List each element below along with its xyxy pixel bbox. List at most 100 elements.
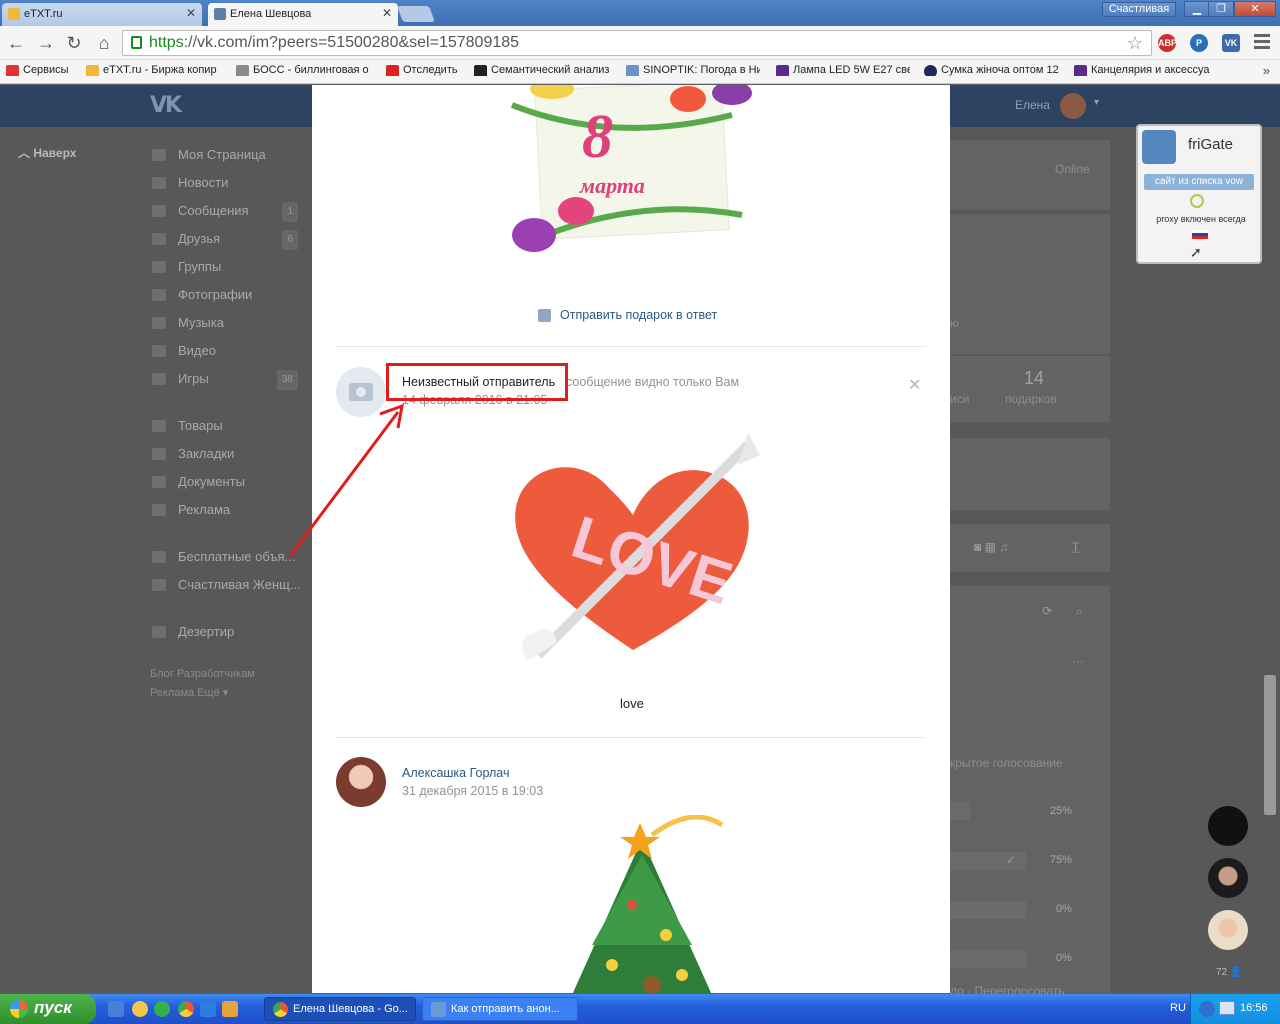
minimize-button[interactable]: ▁ [1184, 1, 1210, 17]
close-icon[interactable]: ✕ [186, 6, 196, 20]
sidebar-item-bookmarks[interactable]: Закладки [150, 445, 310, 473]
sidebar-item-group-free-ads[interactable]: Бесплатные объя... [150, 548, 310, 576]
scrollbar[interactable] [1264, 675, 1276, 815]
poll-bar[interactable] [950, 950, 1026, 968]
extension-p-icon[interactable]: P [1190, 34, 1208, 52]
whatsapp-icon[interactable] [154, 1001, 170, 1017]
bookmarks-overflow[interactable]: » [1263, 63, 1270, 78]
sidebar-item-app-dezertir[interactable]: Дезертир [150, 623, 310, 651]
poll-bar[interactable] [950, 901, 1026, 919]
arrow-icon[interactable]: ➚ [1190, 244, 1202, 261]
home-icon[interactable]: ⌂ [94, 33, 114, 53]
sidebar-item-goods[interactable]: Товары [150, 417, 310, 445]
menu-icon[interactable] [1254, 34, 1270, 50]
sidebar-item-my-page[interactable]: Моя Страница [150, 146, 310, 174]
bookmark-bag[interactable]: Сумка жіноча оптом 12 [924, 64, 1060, 76]
bookmark-track[interactable]: Отследить [386, 64, 462, 76]
taskbar-item-chrome[interactable]: Елена Шевцова - Go... [264, 997, 416, 1021]
text-format-icon[interactable]: T̲ [1072, 540, 1079, 554]
sidebar-item-friends[interactable]: Друзья 6 [150, 230, 310, 258]
profile-badge[interactable]: Счастливая [1102, 2, 1176, 17]
records-label: иси [950, 392, 970, 406]
bookmark-lamp[interactable]: Лампа LED 5W E27 свет [776, 64, 910, 76]
search-icon[interactable]: ⌕ [1076, 604, 1083, 619]
sidebar-item-video[interactable]: Видео [150, 342, 310, 370]
bookmark-label: Лампа LED 5W E27 свет [793, 64, 910, 76]
language-indicator[interactable]: RU [1170, 1002, 1186, 1014]
video-icon[interactable]: ▦ [985, 540, 996, 554]
sidebar-item-photos[interactable]: Фотографии [150, 286, 310, 314]
sidebar-item-documents[interactable]: Документы [150, 473, 310, 501]
refresh-icon[interactable]: ⟳ [1042, 604, 1052, 618]
address-bar[interactable]: https://vk.com/im?peers=51500280&sel=157… [122, 30, 1152, 56]
chevron-down-icon[interactable]: ▾ [1094, 97, 1099, 108]
frigate-mode-button[interactable]: сайт из списка vow [1144, 174, 1254, 190]
bookmark-sinoptik[interactable]: SINOPTIK: Погода в Ни [626, 64, 760, 76]
groups-icon [152, 261, 166, 273]
tab-etxt[interactable]: eTXT.ru ✕ [2, 3, 202, 26]
gifts-count[interactable]: 14 [1024, 368, 1044, 389]
chat-avatar[interactable] [1208, 858, 1248, 898]
russia-flag-icon[interactable] [1192, 230, 1208, 239]
sidebar-item-games[interactable]: Игры 38 [150, 370, 310, 398]
bookmark-etxt[interactable]: eTXT.ru - Биржа копир [86, 64, 222, 76]
power-icon[interactable] [1190, 194, 1204, 208]
bookmark-semantic[interactable]: Семантический анализ [474, 64, 610, 76]
network-icon[interactable] [1219, 1001, 1235, 1015]
shop-favicon-icon [1074, 65, 1087, 76]
footer-links[interactable]: Блог Разработчикам [150, 665, 310, 684]
maximize-button[interactable]: ❐ [1208, 1, 1234, 17]
bookmark-office[interactable]: Канцелярия и аксессуа [1074, 64, 1212, 76]
bookmark-boss[interactable]: БОСС - биллинговая о [236, 64, 372, 76]
music-icon[interactable]: ♫ [999, 540, 1008, 554]
sidebar-item-group-happy-woman[interactable]: Счастливая Женщ... [150, 576, 310, 604]
attach-icons[interactable]: ◙ ▦ ♫ [974, 540, 1008, 554]
bookmark-label: SINOPTIK: Погода в Ни [643, 64, 760, 76]
sender-name-link[interactable]: Алексашка Горлач [402, 766, 509, 780]
sidebar-item-messages[interactable]: Сообщения 1 [150, 202, 310, 230]
gifts-label[interactable]: подарков [1005, 392, 1057, 406]
online-friends-count[interactable]: 72 👤 [1216, 967, 1242, 978]
tray-icon[interactable] [1199, 1001, 1215, 1017]
sidebar-item-ads[interactable]: Реклама [150, 501, 310, 529]
show-desktop-icon[interactable] [108, 1001, 124, 1017]
close-icon[interactable]: ✕ [382, 6, 392, 20]
scroll-top-link[interactable]: ︿ Наверх [18, 144, 76, 161]
camera-icon[interactable]: ◙ [974, 540, 981, 554]
sidebar-item-groups[interactable]: Группы [150, 258, 310, 286]
window-close-button[interactable]: ✕ [1234, 1, 1276, 17]
taskbar-item-document[interactable]: Как отправить анон... [422, 997, 578, 1021]
vk-logo[interactable]: VK [150, 93, 182, 118]
vk-user-name[interactable]: Елена [1015, 98, 1050, 112]
gifts-modal: 8 марта Отправить подарок в ответ Неизве… [312, 85, 950, 993]
media-player-icon[interactable] [200, 1001, 216, 1017]
close-icon[interactable]: ✕ [908, 375, 921, 395]
chat-avatar[interactable] [1208, 910, 1248, 950]
bookmark-star-icon[interactable]: ☆ [1127, 31, 1143, 55]
tab-vk[interactable]: Елена Шевцова ✕ [208, 3, 398, 26]
footer-links[interactable]: Реклама Ещё ▾ [150, 684, 310, 703]
back-arrow-icon[interactable]: ← [6, 33, 26, 53]
vk-extension-icon[interactable]: VK [1222, 34, 1240, 52]
start-button[interactable]: пуск [0, 994, 96, 1024]
more-dots-icon[interactable]: ··· [1072, 654, 1084, 668]
bookmark-services[interactable]: Сервисы [6, 64, 76, 76]
adblock-plus-icon[interactable]: ABP [1158, 34, 1177, 52]
reload-icon[interactable]: ↻ [64, 33, 84, 53]
quicklaunch-icon[interactable] [222, 1001, 238, 1017]
sidebar-item-label: Новости [178, 175, 229, 190]
send-gift-reply-link[interactable]: Отправить подарок в ответ [538, 308, 717, 322]
quicklaunch-icon[interactable] [132, 1001, 148, 1017]
avatar[interactable] [1060, 93, 1086, 119]
sidebar-item-news[interactable]: Новости [150, 174, 310, 202]
sidebar-item-music[interactable]: Музыка [150, 314, 310, 342]
sender-avatar[interactable] [336, 757, 386, 807]
group-icon [152, 551, 166, 563]
new-tab-button[interactable] [397, 6, 435, 22]
chat-avatar[interactable] [1208, 806, 1248, 846]
chrome-icon[interactable] [178, 1001, 194, 1017]
forward-arrow-icon[interactable]: → [36, 33, 56, 53]
message-date: 31 декабря 2015 в 19:03 [402, 784, 544, 798]
poll-bar[interactable] [950, 802, 970, 820]
messages-icon [152, 205, 166, 217]
